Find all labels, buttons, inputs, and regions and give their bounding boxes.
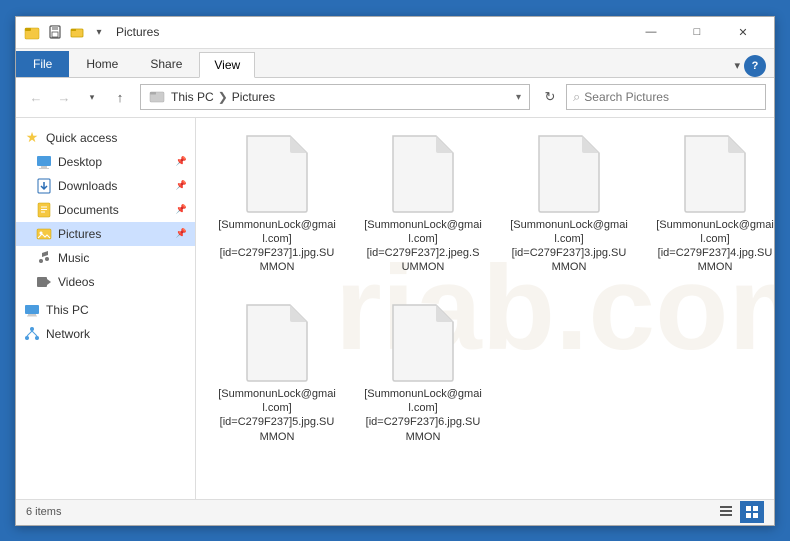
qat-folder[interactable] — [68, 23, 86, 41]
pin-icon-pictures: 📌 — [176, 228, 187, 239]
sidebar-label-network: Network — [46, 327, 90, 341]
list-view-button[interactable] — [714, 501, 738, 523]
sidebar-label-music: Music — [58, 251, 89, 265]
pin-icon-documents: 📌 — [176, 204, 187, 215]
item-count: 6 items — [26, 506, 61, 518]
breadcrumb-dropdown-icon[interactable]: ▾ — [516, 92, 521, 103]
minimize-button[interactable]: — — [628, 16, 674, 48]
qat-save[interactable] — [46, 23, 64, 41]
star-icon: ★ — [24, 130, 40, 146]
file-icon — [388, 134, 458, 214]
sidebar-label-downloads: Downloads — [58, 179, 117, 193]
main-content: ★ Quick access Desktop 📌 Downloads 📌 — [16, 118, 774, 499]
file-label: [SummonunLock@gmail.com][id=C279F237]5.j… — [218, 387, 336, 444]
breadcrumb-sep: ❯ — [218, 90, 228, 104]
sidebar-item-thispc[interactable]: This PC — [16, 298, 195, 322]
search-icon: ⌕ — [573, 89, 580, 105]
window-title: Pictures — [116, 25, 628, 39]
videos-icon — [36, 274, 52, 290]
sidebar-item-documents[interactable]: Documents 📌 — [16, 198, 195, 222]
search-bar[interactable]: ⌕ — [566, 84, 766, 110]
file-icon — [242, 134, 312, 214]
sidebar-label-documents: Documents — [58, 203, 119, 217]
tab-share[interactable]: Share — [135, 51, 197, 77]
help-button[interactable]: ? — [744, 55, 766, 77]
address-bar: ← → ▾ ↑ This PC ❯ Pictures ▾ ↻ ⌕ — [16, 78, 774, 118]
back-button[interactable]: ← — [24, 85, 48, 109]
breadcrumb-folder-icon — [149, 88, 165, 107]
tab-file[interactable]: File — [16, 51, 69, 77]
search-input[interactable] — [584, 90, 759, 104]
documents-icon — [36, 202, 52, 218]
file-icon — [242, 303, 312, 383]
ribbon-tabs: File Home Share View ▾ ? — [16, 49, 774, 77]
network-icon — [24, 326, 40, 342]
explorer-window: ▾ Pictures — □ ✕ File Home Share View ▾ … — [15, 16, 775, 526]
window-controls: — □ ✕ — [628, 16, 766, 48]
breadcrumb-pictures[interactable]: Pictures — [232, 90, 275, 104]
file-grid: [SummonunLock@gmail.com][id=C279F237]1.j… — [212, 128, 758, 281]
sidebar-item-desktop[interactable]: Desktop 📌 — [16, 150, 195, 174]
status-bar: 6 items — [16, 499, 774, 525]
file-item[interactable]: [SummonunLock@gmail.com][id=C279F237]1.j… — [212, 128, 342, 281]
sidebar-item-pictures[interactable]: Pictures 📌 — [16, 222, 195, 246]
pin-icon-desktop: 📌 — [176, 156, 187, 167]
file-item[interactable]: [SummonunLock@gmail.com][id=C279F237]6.j… — [358, 297, 488, 450]
file-item[interactable]: [SummonunLock@gmail.com][id=C279F237]3.j… — [504, 128, 634, 281]
breadcrumb-thispc[interactable]: This PC — [171, 90, 214, 104]
maximize-button[interactable]: □ — [674, 16, 720, 48]
downloads-icon — [36, 178, 52, 194]
breadcrumb[interactable]: This PC ❯ Pictures ▾ — [140, 84, 530, 110]
sidebar-label-pictures: Pictures — [58, 227, 101, 241]
pin-icon-downloads: 📌 — [176, 180, 187, 191]
file-label: [SummonunLock@gmail.com][id=C279F237]3.j… — [510, 218, 628, 275]
close-button[interactable]: ✕ — [720, 16, 766, 48]
sidebar-label-thispc: This PC — [46, 303, 89, 317]
ribbon-collapse[interactable]: ▾ — [734, 59, 740, 72]
file-item[interactable]: [SummonunLock@gmail.com][id=C279F237]4.j… — [650, 128, 774, 281]
up-button[interactable]: ↑ — [108, 85, 132, 109]
pictures-icon — [36, 226, 52, 242]
sidebar-item-network[interactable]: Network — [16, 322, 195, 346]
dropdown-button[interactable]: ▾ — [80, 85, 104, 109]
window-icon — [24, 24, 40, 40]
file-area: riab.com [SummonunLock@gmail.com][id=C27… — [196, 118, 774, 499]
sidebar-item-videos[interactable]: Videos — [16, 270, 195, 294]
refresh-button[interactable]: ↻ — [538, 85, 562, 109]
file-icon — [534, 134, 604, 214]
file-label: [SummonunLock@gmail.com][id=C279F237]1.j… — [218, 218, 336, 275]
sidebar-label-desktop: Desktop — [58, 155, 102, 169]
file-label: [SummonunLock@gmail.com][id=C279F237]4.j… — [656, 218, 774, 275]
sidebar: ★ Quick access Desktop 📌 Downloads 📌 — [16, 118, 196, 499]
icon-view-button[interactable] — [740, 501, 764, 523]
forward-button[interactable]: → — [52, 85, 76, 109]
title-bar: ▾ Pictures — □ ✕ — [16, 17, 774, 49]
file-label: [SummonunLock@gmail.com][id=C279F237]6.j… — [364, 387, 482, 444]
file-icon — [388, 303, 458, 383]
ribbon: File Home Share View ▾ ? — [16, 49, 774, 78]
tab-view[interactable]: View — [199, 52, 255, 78]
sidebar-label-videos: Videos — [58, 275, 94, 289]
sidebar-item-music[interactable]: Music — [16, 246, 195, 270]
file-item[interactable]: [SummonunLock@gmail.com][id=C279F237]2.j… — [358, 128, 488, 281]
thispc-icon — [24, 302, 40, 318]
file-label: [SummonunLock@gmail.com][id=C279F237]2.j… — [364, 218, 482, 275]
view-controls — [714, 501, 764, 523]
file-icon — [680, 134, 750, 214]
file-item[interactable]: [SummonunLock@gmail.com][id=C279F237]5.j… — [212, 297, 342, 450]
qat-undo[interactable]: ▾ — [90, 23, 108, 41]
sidebar-item-downloads[interactable]: Downloads 📌 — [16, 174, 195, 198]
sidebar-label-quickaccess: Quick access — [46, 131, 117, 145]
tab-home[interactable]: Home — [71, 51, 133, 77]
desktop-icon — [36, 154, 52, 170]
quick-access-toolbar: ▾ — [46, 23, 108, 41]
sidebar-item-quickaccess[interactable]: ★ Quick access — [16, 126, 195, 150]
music-icon — [36, 250, 52, 266]
